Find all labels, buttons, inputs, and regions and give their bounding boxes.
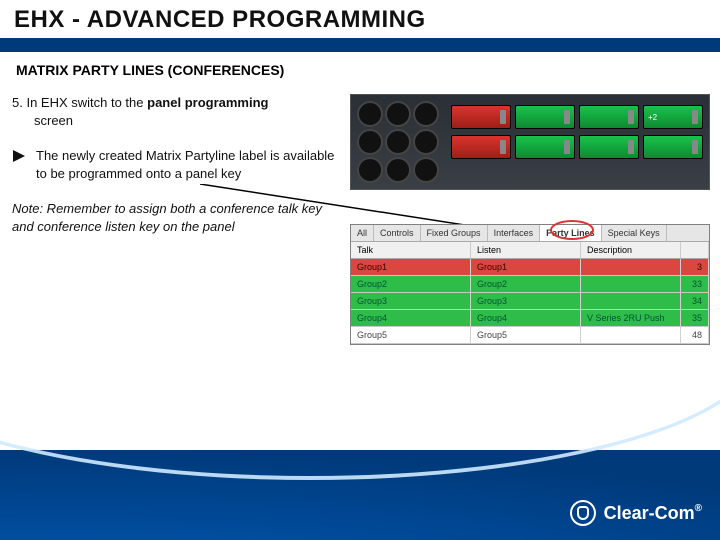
- cell-desc: [581, 327, 681, 343]
- tab-all[interactable]: All: [351, 225, 374, 241]
- brand-logo: Clear-Com®: [570, 500, 702, 526]
- table-row[interactable]: Group4Group4V Series 2RU Push35: [351, 310, 709, 327]
- cell-num: 48: [681, 327, 709, 343]
- dial-icon: [385, 157, 411, 183]
- step-lead: 5. In EHX switch to the: [12, 95, 147, 110]
- title-rule: [0, 38, 720, 52]
- cell-listen: Group3: [471, 293, 581, 309]
- cell-num: 3: [681, 259, 709, 275]
- panel-key-row: [451, 135, 703, 159]
- col-listen: Listen: [471, 242, 581, 258]
- table-row[interactable]: Group5Group5 48: [351, 327, 709, 344]
- registered-icon: ®: [695, 503, 702, 514]
- dial-icon: [413, 157, 439, 183]
- panel-key-label: +2: [648, 113, 657, 122]
- slot-icon: [692, 140, 698, 154]
- illustration-column: +2 All Controls Fixed Groups Interfaces: [350, 94, 720, 235]
- cell-desc: V Series 2RU Push: [581, 310, 681, 326]
- panel-key-row: +2: [451, 105, 703, 129]
- section-subtitle: MATRIX PARTY LINES (CONFERENCES): [0, 52, 720, 84]
- slot-icon: [564, 110, 570, 124]
- cell-talk: Group1: [351, 259, 471, 275]
- col-talk: Talk: [351, 242, 471, 258]
- col-num: [681, 242, 709, 258]
- dial-icon: [413, 129, 439, 155]
- tab-interfaces[interactable]: Interfaces: [488, 225, 541, 241]
- triangle-bullet-icon: [12, 149, 26, 168]
- dial-icon: [413, 101, 439, 127]
- col-desc: Description: [581, 242, 681, 258]
- dial-icon: [357, 129, 383, 155]
- panel-key: [451, 135, 511, 159]
- table-row[interactable]: Group1Group1 3: [351, 259, 709, 276]
- tab-party-lines[interactable]: Party Lines: [540, 225, 602, 241]
- cell-desc: [581, 293, 681, 309]
- dial-icon: [357, 157, 383, 183]
- cell-listen: Group2: [471, 276, 581, 292]
- note-text: Note: Remember to assign both a conferen…: [12, 200, 342, 235]
- cell-talk: Group3: [351, 293, 471, 309]
- text-column: 5. In EHX switch to the panel programmin…: [12, 94, 342, 235]
- step-bold: panel programming: [147, 95, 268, 110]
- cell-num: 33: [681, 276, 709, 292]
- slot-icon: [628, 140, 634, 154]
- slot-icon: [564, 140, 570, 154]
- panel-key: +2: [643, 105, 703, 129]
- panel-screenshot: +2: [350, 94, 710, 190]
- panel-key: [579, 135, 639, 159]
- step-tail: screen: [12, 112, 342, 130]
- cell-talk: Group2: [351, 276, 471, 292]
- grid-tabs: All Controls Fixed Groups Interfaces Par…: [351, 225, 709, 242]
- dial-icon: [385, 129, 411, 155]
- panel-key: [451, 105, 511, 129]
- step-text: 5. In EHX switch to the panel programmin…: [12, 94, 342, 129]
- cell-listen: Group1: [471, 259, 581, 275]
- slot-icon: [500, 140, 506, 154]
- note-body: Note: Remember to assign both a conferen…: [12, 201, 322, 234]
- cell-num: 35: [681, 310, 709, 326]
- panel-key: [579, 105, 639, 129]
- cell-listen: Group5: [471, 327, 581, 343]
- tab-special-keys[interactable]: Special Keys: [602, 225, 667, 241]
- slot-icon: [628, 110, 634, 124]
- page-title: EHX - ADVANCED PROGRAMMING: [14, 6, 706, 34]
- bullet-text: The newly created Matrix Partyline label…: [36, 147, 342, 182]
- table-row[interactable]: Group3Group3 34: [351, 293, 709, 310]
- grid-header: Talk Listen Description: [351, 242, 709, 259]
- cell-desc: [581, 259, 681, 275]
- brand-mark-icon: [570, 500, 596, 526]
- tab-controls[interactable]: Controls: [374, 225, 421, 241]
- panel-key: [515, 135, 575, 159]
- cell-listen: Group4: [471, 310, 581, 326]
- footer-band: Clear-Com®: [0, 450, 720, 540]
- panel-key: [643, 135, 703, 159]
- dial-cluster: [357, 101, 441, 185]
- table-row[interactable]: Group2Group2 33: [351, 276, 709, 293]
- cell-talk: Group5: [351, 327, 471, 343]
- slot-icon: [692, 110, 698, 124]
- slot-icon: [500, 110, 506, 124]
- dial-icon: [357, 101, 383, 127]
- brand-text: Clear-Com: [604, 503, 695, 523]
- cell-desc: [581, 276, 681, 292]
- cell-talk: Group4: [351, 310, 471, 326]
- tab-fixed-groups[interactable]: Fixed Groups: [421, 225, 488, 241]
- panel-key: [515, 105, 575, 129]
- dial-icon: [385, 101, 411, 127]
- cell-num: 34: [681, 293, 709, 309]
- grid-screenshot: All Controls Fixed Groups Interfaces Par…: [350, 224, 710, 345]
